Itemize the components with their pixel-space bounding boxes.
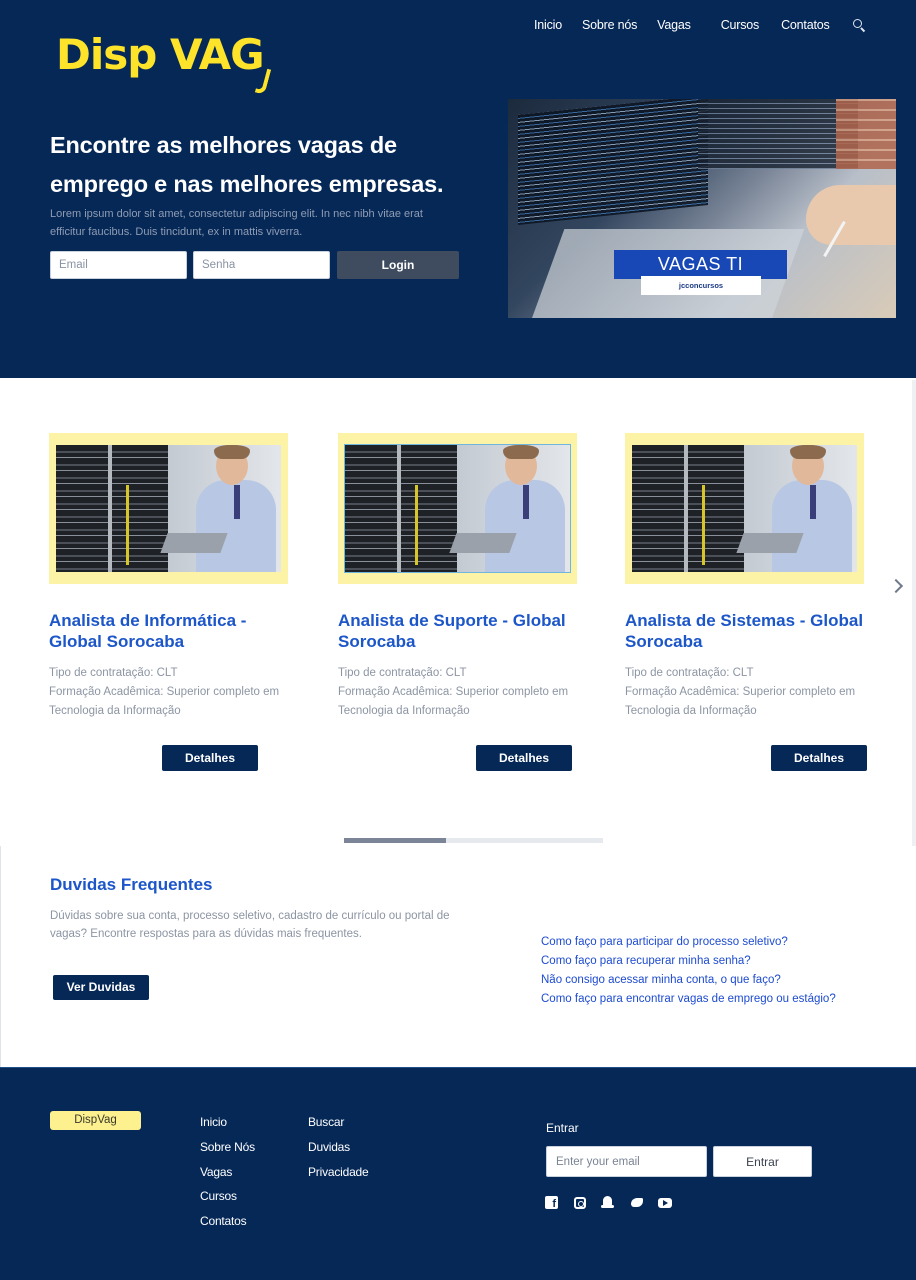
job-card-image[interactable] xyxy=(338,433,577,584)
footer-link-vagas[interactable]: Vagas xyxy=(200,1160,255,1185)
job-card: Analista de Sistemas - Global Sorocaba T… xyxy=(625,433,865,721)
site-logo[interactable]: Disp VAG xyxy=(56,30,271,95)
job-card-image[interactable] xyxy=(625,433,864,584)
search-icon[interactable] xyxy=(852,18,866,32)
carousel-edge xyxy=(912,380,916,850)
email-field[interactable] xyxy=(50,251,187,279)
main-nav: Inicio Sobre nós Vagas Cursos Contatos xyxy=(534,18,866,32)
nav-item-sobre-nos[interactable]: Sobre nós xyxy=(582,18,637,32)
nav-item-vagas[interactable]: Vagas xyxy=(657,18,691,32)
hero-section: Disp VAG Inicio Sobre nós Vagas Cursos C… xyxy=(0,0,916,378)
footer-signin-button[interactable]: Entrar xyxy=(713,1146,812,1177)
faq-link[interactable]: Como faço para participar do processo se… xyxy=(541,933,836,952)
twitter-icon[interactable] xyxy=(630,1196,643,1209)
footer-nav-primary: Inicio Sobre Nós Vagas Cursos Contatos xyxy=(200,1110,255,1234)
hero-description: Lorem ipsum dolor sit amet, consectetur … xyxy=(50,208,423,238)
login-button[interactable]: Login xyxy=(337,251,459,279)
job-card: Analista de Suporte - Global Sorocaba Ti… xyxy=(338,433,578,721)
details-button[interactable]: Detalhes xyxy=(476,745,572,771)
job-card-contract: Tipo de contratação: CLT xyxy=(625,667,754,679)
hero-title: Encontre as melhores vagas de emprego e … xyxy=(50,132,444,197)
faq-link[interactable]: Como faço para encontrar vagas de empreg… xyxy=(541,990,836,1009)
code-screen xyxy=(518,99,708,225)
site-logo-text: Disp VAG xyxy=(56,30,265,79)
job-card-title[interactable]: Analista de Sistemas - Global Sorocaba xyxy=(625,610,865,652)
footer-link-buscar[interactable]: Buscar xyxy=(308,1110,369,1135)
job-card-education: Formação Acadêmica: Superior completo em… xyxy=(625,686,856,717)
newsletter-label: Entrar xyxy=(546,1121,579,1135)
job-photo xyxy=(344,444,571,573)
footer-link-contatos[interactable]: Contatos xyxy=(200,1209,255,1234)
instagram-icon[interactable] xyxy=(573,1196,586,1209)
faq-description: Dúvidas sobre sua conta, processo seleti… xyxy=(50,910,450,940)
snapchat-icon[interactable] xyxy=(601,1196,614,1209)
hero-image: VAGAS TI jcconcursos xyxy=(508,99,896,318)
hand xyxy=(806,185,896,245)
footer-link-cursos[interactable]: Cursos xyxy=(200,1184,255,1209)
nav-item-contatos[interactable]: Contatos xyxy=(781,18,830,32)
details-button[interactable]: Detalhes xyxy=(771,745,867,771)
faq-link[interactable]: Como faço para recuperar minha senha? xyxy=(541,952,836,971)
job-card-education: Formação Acadêmica: Superior completo em… xyxy=(338,686,569,717)
footer-link-sobre-nos[interactable]: Sobre Nós xyxy=(200,1135,255,1160)
social-links xyxy=(545,1196,688,1211)
job-photo xyxy=(632,445,857,572)
details-button[interactable]: Detalhes xyxy=(162,745,258,771)
brick-wall xyxy=(836,99,896,169)
carousel-scrollbar-thumb[interactable] xyxy=(344,838,446,843)
faq-links: Como faço para participar do processo se… xyxy=(541,933,836,1009)
view-faq-button[interactable]: Ver Duvidas xyxy=(53,975,149,1000)
password-field[interactable] xyxy=(193,251,330,279)
job-card-image[interactable] xyxy=(49,433,288,584)
job-card-title[interactable]: Analista de Informática - Global Sorocab… xyxy=(49,610,289,652)
facebook-icon[interactable] xyxy=(545,1196,558,1211)
vagas-ti-badge: VAGAS TI xyxy=(614,250,787,279)
faq-title: Duvidas Frequentes xyxy=(50,875,213,894)
jcconcursos-logo: jcconcursos xyxy=(641,276,761,295)
job-card: Analista de Informática - Global Sorocab… xyxy=(49,433,289,721)
faq-section: Duvidas Frequentes Dúvidas sobre sua con… xyxy=(0,846,916,1067)
job-card-title[interactable]: Analista de Suporte - Global Sorocaba xyxy=(338,610,578,652)
jobs-carousel: Analista de Informática - Global Sorocab… xyxy=(0,378,916,846)
footer-email-field[interactable] xyxy=(546,1146,707,1177)
footer-link-duvidas[interactable]: Duvidas xyxy=(308,1135,369,1160)
job-card-contract: Tipo de contratação: CLT xyxy=(49,667,178,679)
nav-item-inicio[interactable]: Inicio xyxy=(534,18,562,32)
carousel-scrollbar[interactable] xyxy=(344,838,603,843)
site-footer: DispVag Inicio Sobre Nós Vagas Cursos Co… xyxy=(0,1067,916,1280)
chevron-right-icon[interactable] xyxy=(891,579,903,593)
faq-link[interactable]: Não consigo acessar minha conta, o que f… xyxy=(541,971,836,990)
footer-nav-secondary: Buscar Duvidas Privacidade xyxy=(308,1110,369,1184)
youtube-icon[interactable] xyxy=(658,1198,672,1208)
job-photo xyxy=(56,445,281,572)
job-card-education: Formação Acadêmica: Superior completo em… xyxy=(49,686,280,717)
footer-link-privacidade[interactable]: Privacidade xyxy=(308,1160,369,1185)
login-form: Login xyxy=(50,251,459,279)
footer-logo[interactable]: DispVag xyxy=(50,1111,141,1130)
nav-item-cursos[interactable]: Cursos xyxy=(721,18,760,32)
code-screen-secondary xyxy=(698,99,858,169)
footer-link-inicio[interactable]: Inicio xyxy=(200,1110,255,1135)
job-card-contract: Tipo de contratação: CLT xyxy=(338,667,467,679)
